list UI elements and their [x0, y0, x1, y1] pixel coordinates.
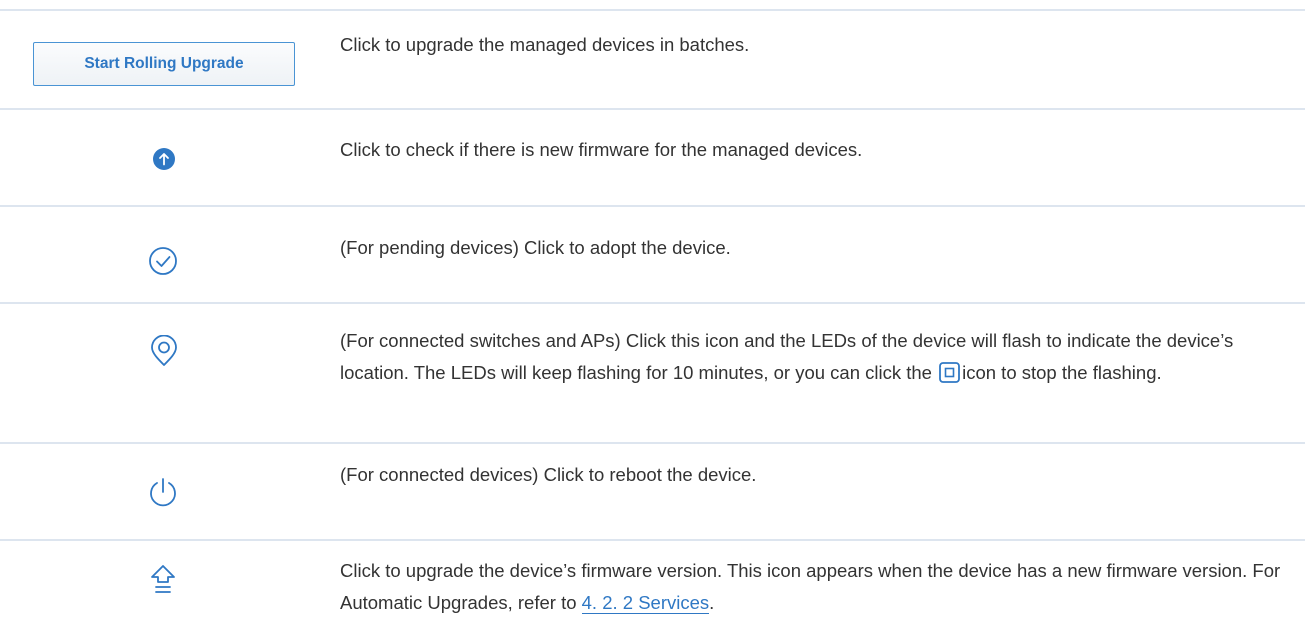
- table-row: Click to upgrade the device’s firmware v…: [0, 539, 1305, 632]
- row-description: Click to upgrade the device’s firmware v…: [340, 555, 1285, 619]
- start-rolling-upgrade-button[interactable]: Start Rolling Upgrade: [33, 42, 295, 86]
- row-description-text: Click to upgrade the device’s firmware v…: [340, 560, 1281, 613]
- row-description: (For pending devices) Click to adopt the…: [340, 237, 731, 258]
- check-circle-icon[interactable]: [148, 246, 178, 281]
- table-row: (For connected switches and APs) Click t…: [0, 302, 1305, 442]
- table-row: (For connected devices) Click to reboot …: [0, 442, 1305, 539]
- row-description: Click to check if there is new firmware …: [340, 139, 863, 160]
- table-row: Click to check if there is new firmware …: [0, 108, 1305, 205]
- power-icon[interactable]: [148, 476, 178, 513]
- stop-square-icon: [939, 361, 961, 383]
- row-description-text: .: [709, 592, 715, 613]
- table-row: Start Rolling Upgrade Click to upgrade t…: [0, 0, 1305, 108]
- upload-circle-filled-icon[interactable]: [152, 147, 176, 176]
- row-description-text: icon to stop the flashing.: [962, 362, 1162, 383]
- row-description: Click to upgrade the managed devices in …: [340, 34, 750, 55]
- services-section-link[interactable]: 4. 2. 2 Services: [581, 592, 710, 614]
- table-row: (For pending devices) Click to adopt the…: [0, 205, 1305, 302]
- location-pin-icon[interactable]: [150, 334, 178, 372]
- row-description: (For connected devices) Click to reboot …: [340, 464, 757, 485]
- upgrade-arrow-icon[interactable]: [149, 564, 177, 599]
- row-description: (For connected switches and APs) Click t…: [340, 325, 1285, 389]
